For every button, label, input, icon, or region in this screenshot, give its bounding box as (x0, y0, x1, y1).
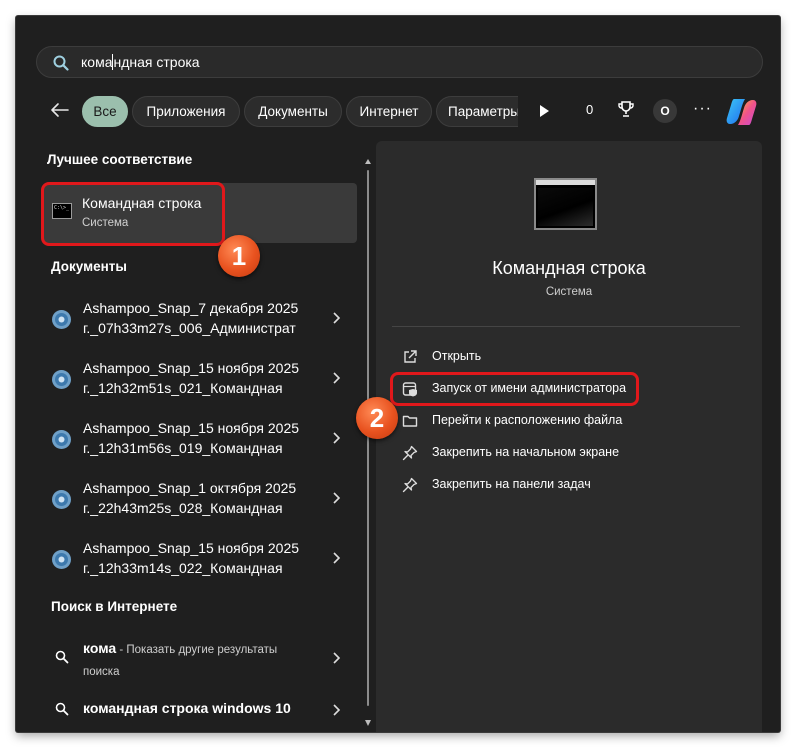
filter-chip-documents[interactable]: Документы (244, 96, 342, 127)
search-icon (55, 702, 69, 716)
filter-chip-all[interactable]: Все (82, 96, 128, 127)
image-file-icon (52, 310, 71, 329)
filter-chip-settings[interactable]: Параметры (436, 96, 518, 127)
web-result-item[interactable]: кома - Показать другие результаты поиска (43, 636, 357, 682)
back-arrow-icon[interactable] (50, 102, 70, 118)
chevron-right-icon[interactable] (331, 311, 341, 325)
more-filters-arrow-icon[interactable] (538, 104, 550, 118)
pin-icon (402, 477, 418, 493)
details-title: Командная строка (492, 258, 646, 278)
web-result-text: командная строка windows 10 (83, 700, 291, 716)
document-name: Ashampoo_Snap_15 ноября 2025 г._12h33m14s… (83, 540, 300, 576)
best-match-heading: Лучшее соответствие (47, 152, 193, 167)
document-item[interactable]: Ashampoo_Snap_15 ноября 2025 г._12h33m14s… (43, 530, 357, 588)
image-file-icon (52, 430, 71, 449)
document-name: Ashampoo_Snap_15 ноября 2025 г._12h32m51s… (83, 360, 300, 396)
image-file-icon (52, 490, 71, 509)
account-avatar[interactable]: O (653, 99, 677, 123)
folder-icon (402, 415, 418, 427)
action-pin-to-start[interactable]: Закрепить на начальном экране (402, 443, 702, 463)
rewards-trophy-icon[interactable] (617, 100, 635, 118)
step-badge-2: 2 (356, 397, 398, 439)
action-open-file-location[interactable]: Перейти к расположению файла (402, 411, 702, 431)
document-item[interactable]: Ashampoo_Snap_15 ноября 2025 г._12h31m56s… (43, 410, 357, 468)
chevron-right-icon[interactable] (331, 371, 341, 385)
command-prompt-large-icon (534, 178, 597, 230)
search-box[interactable]: командная строка (36, 46, 763, 78)
pin-icon (402, 445, 418, 461)
step-badge-1: 1 (218, 235, 260, 277)
open-external-icon (404, 350, 417, 363)
start-search-window: командная строка Все Приложения Документ… (16, 16, 780, 732)
search-icon (55, 650, 69, 664)
more-options-icon[interactable]: ··· (693, 100, 712, 118)
documents-heading: Документы (51, 259, 127, 274)
chevron-right-icon[interactable] (331, 651, 341, 665)
document-name: Ashampoo_Snap_15 ноября 2025 г._12h31m56s… (83, 420, 300, 456)
document-name: Ashampoo_Snap_1 октября 2025 г._22h43m25s… (83, 480, 297, 516)
web-result-text: кома - Показать другие результаты поиска (83, 640, 278, 678)
chevron-right-icon[interactable] (331, 703, 341, 717)
image-file-icon (52, 370, 71, 389)
chevron-right-icon[interactable] (331, 551, 341, 565)
action-pin-to-taskbar[interactable]: Закрепить на панели задач (402, 475, 702, 495)
document-name: Ashampoo_Snap_7 декабря 2025 г._07h33m27s… (83, 300, 299, 336)
search-input[interactable]: командная строка (81, 54, 200, 70)
scrollbar[interactable] (365, 158, 371, 728)
highlight-box-best-match (41, 182, 225, 246)
document-item[interactable]: Ashampoo_Snap_7 декабря 2025 г._07h33m27s… (43, 290, 357, 348)
divider (392, 326, 740, 327)
details-subtitle: Система (545, 286, 593, 298)
filter-chip-internet[interactable]: Интернет (346, 96, 432, 127)
action-open[interactable]: Открыть (402, 347, 702, 367)
document-item[interactable]: Ashampoo_Snap_1 октября 2025 г._22h43m25s… (43, 470, 357, 528)
search-icon (53, 55, 69, 71)
image-file-icon (52, 550, 71, 569)
highlight-box-run-as-admin (390, 372, 639, 406)
details-panel: Командная строка Система Открыть Запуск … (376, 141, 762, 732)
document-item[interactable]: Ashampoo_Snap_15 ноября 2025 г._12h32m51s… (43, 350, 357, 408)
filter-chip-apps[interactable]: Приложения (132, 96, 240, 127)
chevron-right-icon[interactable] (331, 431, 341, 445)
chevron-right-icon[interactable] (331, 491, 341, 505)
copilot-icon[interactable] (725, 96, 758, 128)
rewards-counter: 0 (586, 102, 594, 117)
web-result-item[interactable]: командная строка windows 10 (43, 696, 357, 722)
web-search-heading: Поиск в Интернете (51, 599, 178, 614)
